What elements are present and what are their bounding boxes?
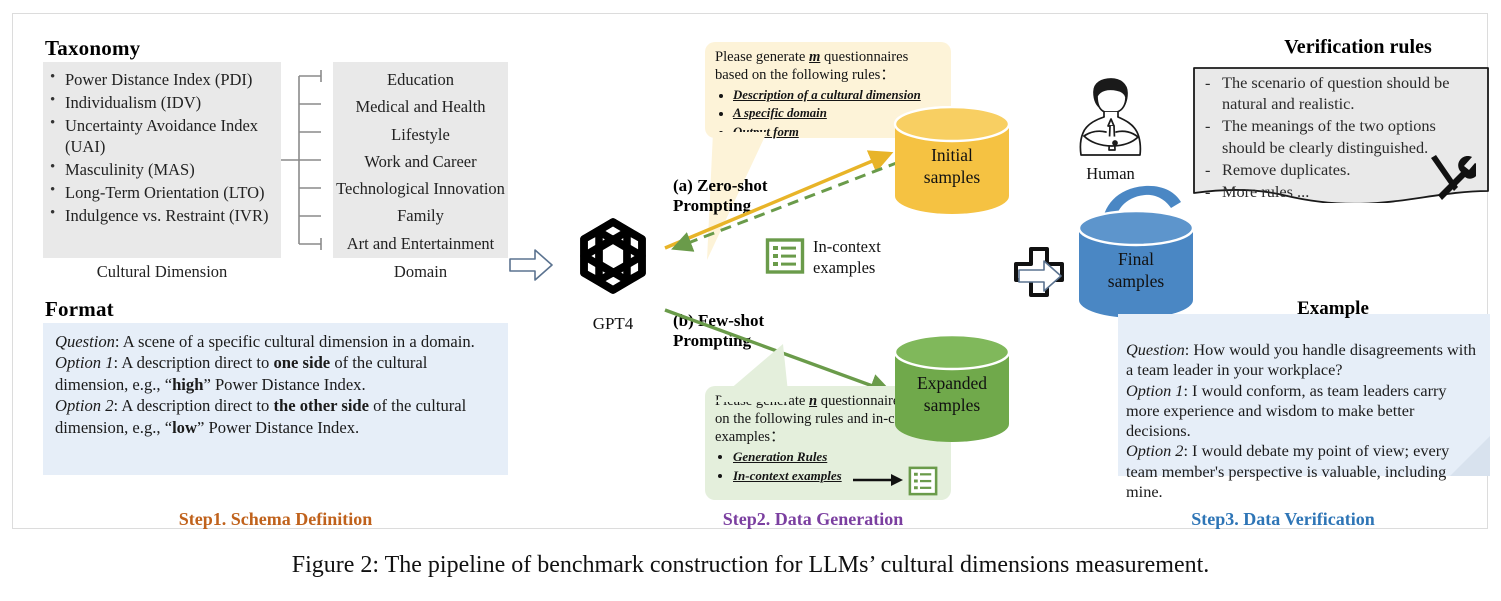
list-item: The scenario of question should be natur… (1205, 72, 1479, 114)
list-item: Art and Entertainment (346, 233, 495, 253)
example-question-line: Question: How would you handle disagreem… (1126, 340, 1482, 381)
example-title: Example (1297, 298, 1369, 319)
zero-shot-prompt-line1-a: Please generate (715, 49, 809, 65)
incontext-label-line1: In-context (813, 237, 881, 256)
block-arrow-right-icon-2 (1018, 260, 1062, 292)
format-option2-bold: the other side (273, 396, 370, 416)
example-option1-line: Option 1: I would conform, as team leade… (1126, 381, 1482, 442)
incontext-examples-icon (765, 238, 805, 274)
format-option1-a: : A description direct to (113, 353, 274, 373)
list-item: Long-Term Orientation (LTO) (50, 181, 277, 204)
list-item: Work and Career (364, 151, 477, 171)
list-item: Masculinity (MAS) (50, 158, 277, 181)
list-item: The meanings of the two options should b… (1205, 115, 1479, 157)
domain-list: Education Medical and Health Lifestyle W… (333, 62, 508, 257)
expanded-samples-label-line1: Expanded (917, 373, 987, 393)
list-item: Education (387, 70, 454, 89)
format-option2-bold2: low (172, 417, 197, 437)
format-option2-c: ” Power Distance Index. (196, 417, 360, 437)
list-item: Power Distance Index (PDI) (50, 68, 277, 91)
list-item: Family (397, 206, 444, 226)
gpt4-label: GPT4 (592, 314, 634, 333)
cultural-dimension-box: Power Distance Index (PDI) Individualism… (43, 62, 281, 258)
format-question-text: : A scene of a specific cultural dimensi… (114, 332, 475, 351)
list-item: Generation Rules (733, 448, 943, 466)
format-question-line: Question: A scene of a specific cultural… (55, 331, 498, 352)
initial-samples-cylinder: Initial samples (893, 105, 1011, 214)
cultural-dimension-list: Power Distance Index (PDI) Individualism… (43, 62, 281, 226)
taxonomy-bracket-icon (281, 70, 322, 250)
format-question-key: Question (55, 332, 115, 351)
zero-shot-prompt-var: m (809, 49, 821, 65)
cultural-dimension-label: Cultural Dimension (96, 262, 228, 281)
callout-tail-green-icon (715, 344, 789, 402)
few-shot-prompt-var: n (809, 393, 818, 409)
final-samples-label-line1: Final (1118, 249, 1154, 269)
domain-label: Domain (393, 262, 448, 281)
incontext-label-line2: examples (813, 257, 876, 277)
figure-frame: Taxonomy Power Distance Index (PDI) Indi… (12, 13, 1490, 529)
incontext-pointer-arrow-icon (853, 474, 903, 486)
initial-samples-label-line1: Initial (931, 145, 973, 165)
final-samples-label-line2: samples (1107, 271, 1165, 291)
format-option2-line: Option 2: A description direct to the ot… (55, 395, 498, 438)
format-option1-key: Option 1 (55, 353, 114, 373)
human-figure-icon (1079, 78, 1142, 156)
list-item: Technological Innovation (336, 179, 505, 199)
domain-box: Education Medical and Health Lifestyle W… (333, 62, 508, 258)
format-option2-key: Option 2 (55, 396, 114, 416)
initial-samples-label-line2: samples (923, 167, 981, 187)
expanded-samples-label-line2: samples (923, 395, 981, 415)
list-item: Individualism (IDV) (50, 91, 277, 114)
list-item: Medical and Health (355, 97, 486, 117)
format-option1-bold: one side (273, 353, 331, 373)
wrench-screwdriver-icon (1431, 155, 1476, 200)
list-item: Lifestyle (391, 124, 450, 144)
format-box: Question: A scene of a specific cultural… (43, 323, 508, 475)
format-option1-line: Option 1: A description direct to one si… (55, 352, 498, 395)
list-item: Description of a cultural dimension (733, 86, 943, 104)
incontext-examples-icon-small (908, 466, 938, 496)
example-question-key: Question (1126, 340, 1185, 359)
openai-logo-icon (580, 218, 646, 294)
final-samples-cylinder: Final samples (1077, 209, 1195, 318)
figure-caption: Figure 2: The pipeline of benchmark cons… (291, 552, 1210, 578)
step3-label: Step3. Data Verification (1191, 509, 1375, 529)
expanded-samples-cylinder: Expanded samples (893, 333, 1011, 442)
verification-rules-title: Verification rules (1284, 36, 1432, 58)
example-option1-key: Option 1 (1126, 380, 1184, 400)
list-item: Uncertainty Avoidance Index (UAI) (50, 114, 277, 159)
format-option2-a: : A description direct to (113, 396, 274, 416)
incontext-examples-label: In-context examples (813, 237, 923, 278)
format-option1-bold2: high (172, 374, 204, 394)
block-arrow-right-icon (509, 249, 553, 281)
example-option2-key: Option 2 (1126, 441, 1184, 461)
step2-label: Step2. Data Generation (722, 509, 904, 529)
step1-label: Step1. Schema Definition (178, 509, 373, 529)
taxonomy-title: Taxonomy (45, 36, 141, 60)
example-box: Question: How would you handle disagreem… (1118, 314, 1490, 501)
example-box-folded-corner-icon (1450, 436, 1490, 476)
format-title: Format (45, 297, 114, 321)
example-option2-line: Option 2: I would debate my point of vie… (1126, 441, 1482, 502)
list-item: Indulgence vs. Restraint (IVR) (50, 204, 277, 227)
format-option1-c: ” Power Distance Index. (203, 374, 366, 394)
